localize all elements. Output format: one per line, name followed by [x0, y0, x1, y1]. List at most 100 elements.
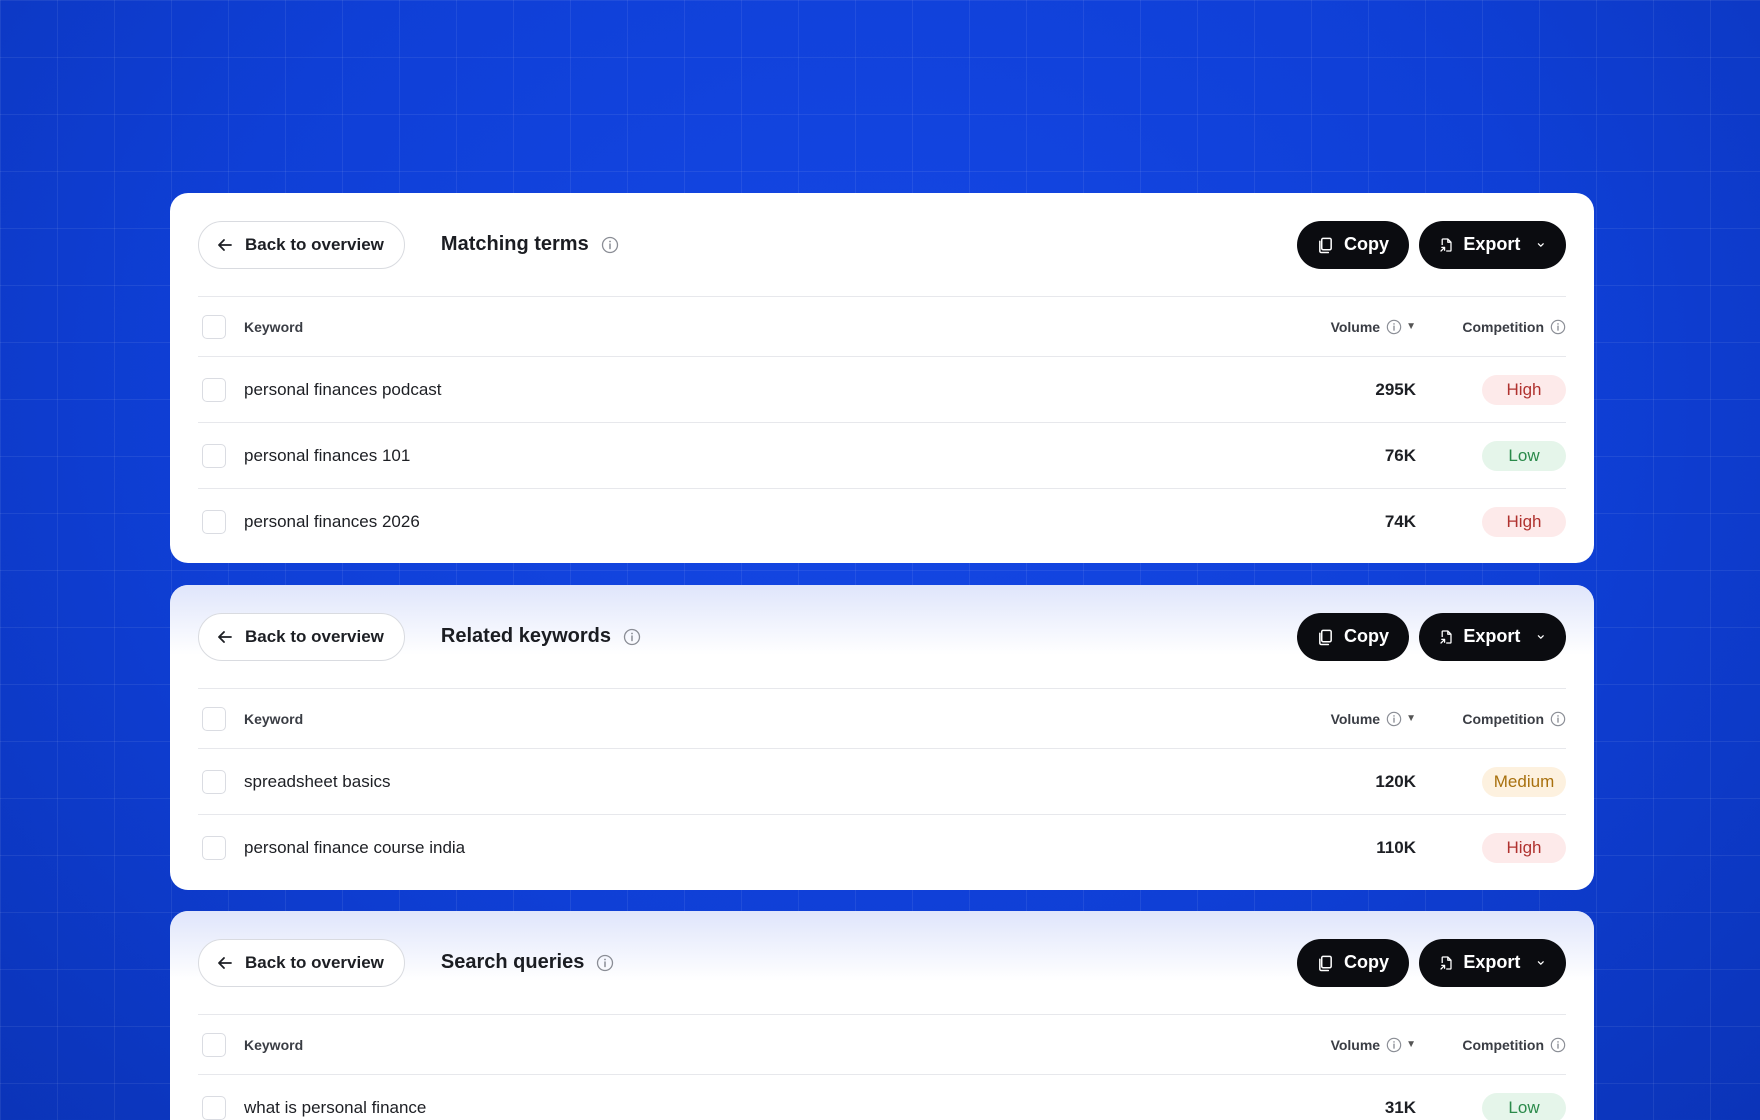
export-button[interactable]: Export	[1419, 612, 1566, 661]
row-checkbox[interactable]	[202, 836, 226, 860]
info-icon[interactable]	[623, 628, 641, 646]
volume-header-label: Volume	[1330, 710, 1381, 727]
chevron-down-icon	[1538, 960, 1545, 965]
keyword-cell: what is personal finance	[244, 1098, 427, 1117]
info-icon[interactable]	[1386, 711, 1402, 727]
table-header: Keyword Volume ▼ Competition	[198, 689, 1566, 749]
card-header: Back to overview Search queries Copy Exp…	[198, 911, 1566, 1015]
competition-column-header: Competition	[1416, 319, 1566, 335]
competition-header-label: Competition	[1462, 1036, 1544, 1053]
info-icon[interactable]	[1550, 711, 1566, 727]
competition-badge: High	[1482, 507, 1566, 537]
arrow-left-icon	[218, 630, 232, 643]
export-button[interactable]: Export	[1419, 938, 1566, 987]
copy-button-label: Copy	[1344, 626, 1389, 646]
row-checkbox[interactable]	[202, 443, 226, 468]
keyword-column-header: Keyword	[244, 710, 304, 727]
sort-caret-down-icon[interactable]: ▼	[1406, 321, 1416, 332]
competition-badge: Low	[1482, 440, 1566, 471]
table-row: what is personal finance 31K Low	[198, 1075, 1566, 1120]
export-file-icon	[1440, 629, 1452, 644]
export-button-label: Export	[1463, 952, 1521, 972]
back-button-label: Back to overview	[245, 234, 384, 254]
competition-column-header: Competition	[1416, 1037, 1566, 1053]
info-icon[interactable]	[596, 954, 614, 972]
competition-column-header: Competition	[1416, 711, 1566, 727]
volume-cell: 110K	[1376, 838, 1416, 857]
volume-header-label: Volume	[1330, 1036, 1381, 1053]
arrow-left-icon	[218, 238, 232, 251]
keyword-cell: personal finances podcast	[244, 379, 442, 399]
select-all-checkbox[interactable]	[202, 314, 226, 339]
arrow-left-icon	[218, 956, 232, 969]
row-checkbox[interactable]	[202, 769, 226, 794]
select-all-checkbox[interactable]	[202, 1032, 226, 1057]
table-row: spreadsheet basics 120K Medium	[198, 749, 1566, 815]
volume-column-header[interactable]: Volume ▼	[1306, 1037, 1416, 1053]
info-icon[interactable]	[1550, 1037, 1566, 1053]
volume-cell: 74K	[1384, 512, 1416, 531]
card-header: Back to overview Related keywords Copy E…	[198, 585, 1566, 689]
volume-cell: 31K	[1384, 1098, 1416, 1117]
export-button[interactable]: Export	[1419, 220, 1566, 269]
section-title: Search queries	[440, 951, 585, 973]
info-icon[interactable]	[1386, 319, 1402, 335]
info-icon[interactable]	[1386, 1037, 1402, 1053]
competition-badge: Low	[1482, 1093, 1566, 1120]
copy-button-label: Copy	[1344, 952, 1389, 972]
copy-icon	[1319, 629, 1332, 645]
competition-badge: High	[1482, 833, 1566, 863]
search-queries-card: Back to overview Search queries Copy Exp…	[170, 911, 1594, 1120]
export-button-label: Export	[1463, 626, 1521, 646]
export-file-icon	[1440, 237, 1452, 252]
back-to-overview-button[interactable]: Back to overview	[198, 612, 405, 661]
volume-header-label: Volume	[1330, 318, 1381, 335]
row-checkbox[interactable]	[202, 377, 226, 402]
row-checkbox[interactable]	[202, 510, 226, 534]
keyword-cell: spreadsheet basics	[244, 771, 391, 791]
table-header: Keyword Volume ▼ Competition	[198, 297, 1566, 357]
chevron-down-icon	[1538, 242, 1545, 247]
back-to-overview-button[interactable]: Back to overview	[198, 220, 405, 269]
copy-icon	[1319, 955, 1332, 971]
keyword-column-header: Keyword	[244, 318, 304, 335]
info-icon[interactable]	[601, 236, 619, 254]
select-all-checkbox[interactable]	[202, 706, 226, 731]
copy-button[interactable]: Copy	[1297, 220, 1409, 269]
table-row: personal finances podcast 295K High	[198, 357, 1566, 423]
back-button-label: Back to overview	[245, 952, 384, 972]
competition-header-label: Competition	[1462, 710, 1544, 727]
chevron-down-icon	[1538, 634, 1545, 639]
card-header: Back to overview Matching terms Copy Exp…	[198, 193, 1566, 297]
table-header: Keyword Volume ▼ Competition	[198, 1015, 1566, 1075]
competition-badge: High	[1482, 374, 1566, 405]
keyword-cell: personal finance course india	[244, 838, 466, 857]
matching-terms-card: Back to overview Matching terms Copy Exp…	[170, 193, 1594, 563]
keyword-cell: personal finances 2026	[244, 512, 420, 531]
back-button-label: Back to overview	[245, 626, 384, 646]
section-title: Matching terms	[440, 233, 589, 255]
section-title: Related keywords	[440, 625, 611, 647]
sort-caret-down-icon[interactable]: ▼	[1406, 713, 1416, 724]
volume-cell: 120K	[1375, 771, 1416, 791]
volume-column-header[interactable]: Volume ▼	[1306, 319, 1416, 335]
table-row: personal finances 101 76K Low	[198, 423, 1566, 489]
competition-badge: Medium	[1482, 766, 1566, 797]
info-icon[interactable]	[1550, 319, 1566, 335]
table-row: personal finances 2026 74K High	[198, 489, 1566, 555]
copy-button[interactable]: Copy	[1297, 612, 1409, 661]
keyword-column-header: Keyword	[244, 1036, 304, 1053]
volume-column-header[interactable]: Volume ▼	[1306, 711, 1416, 727]
copy-button-label: Copy	[1344, 234, 1389, 254]
volume-cell: 76K	[1384, 445, 1416, 465]
back-to-overview-button[interactable]: Back to overview	[198, 938, 405, 987]
copy-button[interactable]: Copy	[1297, 938, 1409, 987]
volume-cell: 295K	[1375, 379, 1416, 399]
keyword-cell: personal finances 101	[244, 445, 411, 465]
copy-icon	[1319, 237, 1332, 253]
row-checkbox[interactable]	[202, 1096, 226, 1120]
export-file-icon	[1440, 955, 1452, 970]
export-button-label: Export	[1463, 234, 1521, 254]
sort-caret-down-icon[interactable]: ▼	[1406, 1039, 1416, 1050]
table-row: personal finance course india 110K High	[198, 815, 1566, 881]
